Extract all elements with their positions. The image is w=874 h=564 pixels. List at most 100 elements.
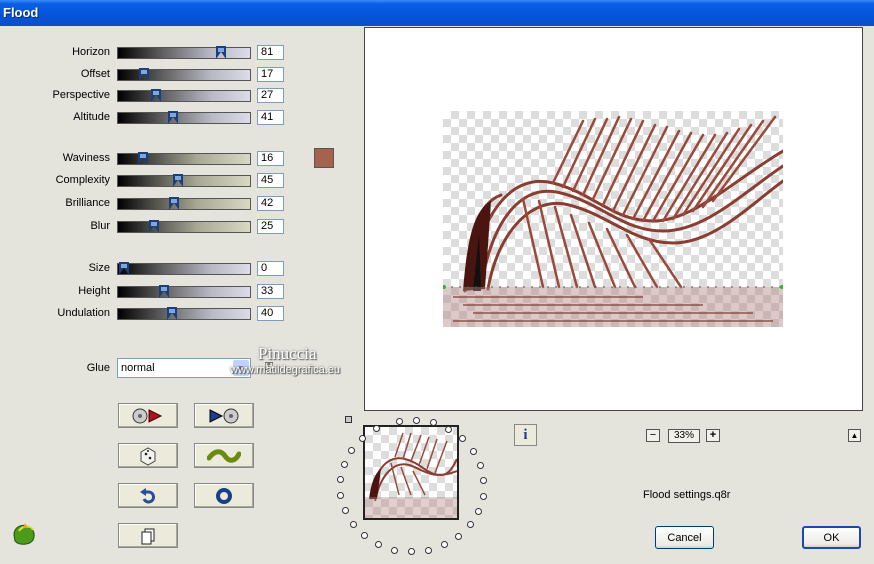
undo-button[interactable] <box>118 483 178 508</box>
app-logo-icon <box>11 521 39 547</box>
dial-dot[interactable] <box>413 417 420 424</box>
navigator-handle[interactable] <box>345 416 352 423</box>
reset-button[interactable] <box>194 483 254 508</box>
dial-dot[interactable] <box>391 547 398 554</box>
info-button[interactable]: i <box>514 424 537 446</box>
ok-button[interactable]: OK <box>802 526 861 549</box>
complexity-label: Complexity <box>55 174 110 186</box>
dial-dot[interactable] <box>480 493 487 500</box>
dial-dot[interactable] <box>477 462 484 469</box>
altitude-slider-thumb[interactable] <box>168 111 178 124</box>
dial-dot[interactable] <box>441 541 448 548</box>
color-swatch[interactable] <box>314 148 334 168</box>
dial-dot[interactable] <box>373 425 380 432</box>
height-value-field[interactable]: 33 <box>257 284 284 299</box>
dial-dot[interactable] <box>396 418 403 425</box>
dial-dot[interactable] <box>361 532 368 539</box>
size-label: Size <box>88 262 110 274</box>
dial-dot[interactable] <box>480 477 487 484</box>
blur-value-field[interactable]: 25 <box>257 219 284 234</box>
altitude-label: Altitude <box>73 111 110 123</box>
dial-dot[interactable] <box>430 419 437 426</box>
brilliance-slider[interactable] <box>117 197 251 210</box>
undulation-slider-thumb[interactable] <box>167 307 177 320</box>
copy-icon <box>141 528 155 544</box>
perspective-slider[interactable] <box>117 89 251 102</box>
dial-dot[interactable] <box>342 507 349 514</box>
offset-value-field[interactable]: 17 <box>257 67 284 82</box>
cancel-button[interactable]: Cancel <box>655 526 714 549</box>
zoom-in-button[interactable]: + <box>706 429 720 442</box>
dial-dot[interactable] <box>445 426 452 433</box>
complexity-slider-thumb[interactable] <box>173 174 183 187</box>
size-slider-thumb[interactable] <box>119 262 129 275</box>
height-slider[interactable] <box>117 285 251 298</box>
wave-button[interactable] <box>194 443 254 468</box>
wave-icon <box>207 448 241 463</box>
horizon-value-field[interactable]: 81 <box>257 45 284 60</box>
undulation-label: Undulation <box>57 307 110 319</box>
dial-dot[interactable] <box>470 448 477 455</box>
horizon-slider-thumb[interactable] <box>216 46 226 59</box>
collapse-button[interactable]: ▲ <box>848 429 861 442</box>
copy-button[interactable] <box>118 523 178 548</box>
dial-dot[interactable] <box>467 521 474 528</box>
horizon-slider[interactable] <box>117 46 251 59</box>
size-slider[interactable] <box>117 262 251 275</box>
reset-icon <box>216 487 232 504</box>
altitude-value-field[interactable]: 41 <box>257 110 284 125</box>
dial-dot[interactable] <box>341 461 348 468</box>
prev-preset-icon <box>132 408 163 423</box>
prev-preset-button[interactable] <box>118 403 178 428</box>
watermark-url: www.matildegrafica.eu <box>230 364 341 376</box>
zoom-out-button[interactable]: − <box>646 429 660 442</box>
dial-dot[interactable] <box>459 435 466 442</box>
next-preset-button[interactable] <box>194 403 254 428</box>
glue-label: Glue <box>86 362 110 374</box>
horizon-label: Horizon <box>72 46 110 58</box>
blur-slider-thumb[interactable] <box>149 220 159 233</box>
dial-dot[interactable] <box>337 492 344 499</box>
dial-dot[interactable] <box>337 476 344 483</box>
dial-dot[interactable] <box>475 508 482 515</box>
preview-image <box>443 111 783 327</box>
offset-slider-thumb[interactable] <box>139 68 149 81</box>
undo-icon <box>140 487 156 503</box>
navigator-thumbnail[interactable] <box>363 425 459 520</box>
dial-dot[interactable] <box>455 533 462 540</box>
waviness-slider-thumb[interactable] <box>138 152 148 165</box>
zoom-level: 33% <box>668 429 700 443</box>
complexity-slider[interactable] <box>117 174 251 187</box>
dial-dot[interactable] <box>348 447 355 454</box>
blur-slider[interactable] <box>117 220 251 233</box>
offset-slider[interactable] <box>117 68 251 81</box>
brilliance-slider-thumb[interactable] <box>169 197 179 210</box>
waviness-slider[interactable] <box>117 152 251 165</box>
dial-dot[interactable] <box>359 435 366 442</box>
dial-dot[interactable] <box>375 541 382 548</box>
height-label: Height <box>78 285 110 297</box>
perspective-value-field[interactable]: 27 <box>257 88 284 103</box>
title-bar: Flood <box>0 0 874 26</box>
dial-dot[interactable] <box>408 548 415 555</box>
glue-value: normal <box>121 362 155 374</box>
offset-label: Offset <box>80 68 110 80</box>
undulation-value-field[interactable]: 40 <box>257 306 284 321</box>
brilliance-value-field[interactable]: 42 <box>257 196 284 211</box>
window-title: Flood <box>3 5 39 20</box>
waviness-label: Waviness <box>62 152 110 164</box>
waviness-value-field[interactable]: 16 <box>257 151 284 166</box>
perspective-label: Perspective <box>52 89 110 101</box>
dial-dot[interactable] <box>425 547 432 554</box>
blur-label: Blur <box>90 220 110 232</box>
perspective-slider-thumb[interactable] <box>151 89 161 102</box>
undulation-slider[interactable] <box>117 307 251 320</box>
randomize-button[interactable] <box>118 443 178 468</box>
info-icon: i <box>523 426 528 443</box>
preview-panel[interactable] <box>364 27 863 411</box>
altitude-slider[interactable] <box>117 111 251 124</box>
complexity-value-field[interactable]: 45 <box>257 173 284 188</box>
size-value-field[interactable]: 0 <box>257 261 284 276</box>
height-slider-thumb[interactable] <box>159 285 169 298</box>
dial-dot[interactable] <box>350 521 357 528</box>
